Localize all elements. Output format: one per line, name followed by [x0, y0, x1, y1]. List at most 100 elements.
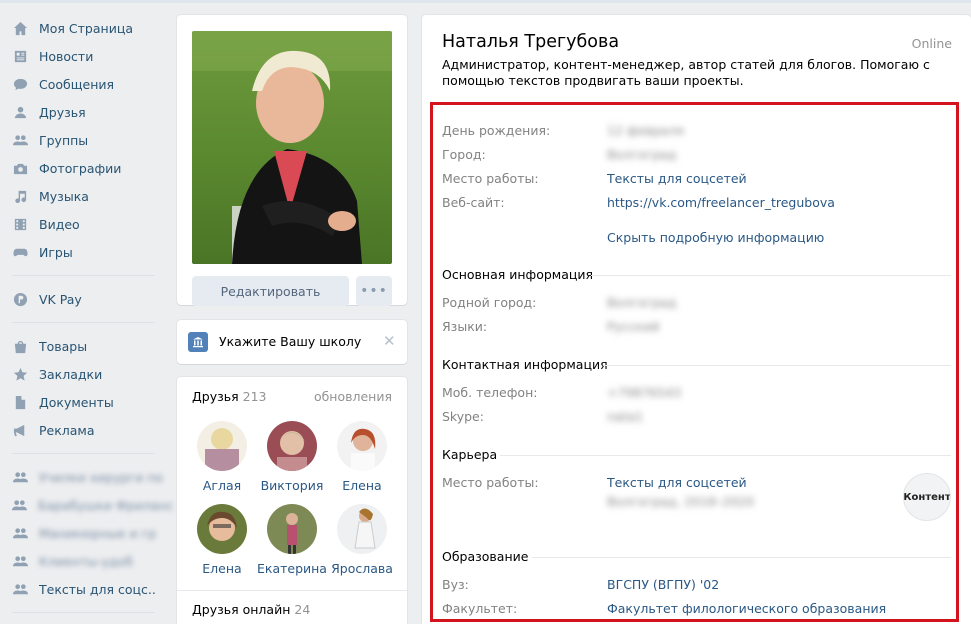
menu-item-goods[interactable]: Товары — [0, 332, 165, 360]
friend-item[interactable]: Екатерина — [257, 504, 327, 576]
friends-online-title: Друзья онлайн — [192, 602, 291, 617]
menu-item-my-page[interactable]: Моя Страница — [0, 14, 165, 42]
groups-icon — [12, 132, 28, 148]
menu-item-photos[interactable]: Фотографии — [0, 154, 165, 182]
community-icon — [12, 497, 27, 513]
menu-item-news[interactable]: Новости — [0, 42, 165, 70]
menu-label: Группы — [39, 132, 89, 148]
top-border — [0, 0, 971, 3]
menu-label: Новости — [39, 48, 94, 64]
friends-updates-link[interactable]: обновления — [314, 389, 392, 404]
messages-icon — [12, 76, 28, 92]
online-status: Online — [911, 36, 952, 51]
camera-icon — [12, 160, 28, 176]
menu-item-bookmarks[interactable]: Закладки — [0, 360, 165, 388]
menu-item-music[interactable]: Музыка — [0, 182, 165, 210]
friends-online-header[interactable]: Друзья онлайн 24 — [192, 602, 310, 617]
bag-icon — [12, 338, 28, 354]
friend-name: Аглая — [202, 478, 242, 493]
menu-item-video[interactable]: Видео — [0, 210, 165, 238]
menu-divider — [12, 275, 155, 276]
friends-count: 213 — [242, 389, 267, 404]
menu-label: Моя Страница — [39, 20, 133, 36]
friends-online-count: 24 — [294, 602, 311, 617]
menu-item-community-4[interactable]: Клиенты-удоб — [0, 547, 165, 575]
community-icon — [12, 469, 28, 485]
menu-divider — [12, 612, 155, 613]
friend-name: Елена — [202, 561, 242, 576]
friends-title: Друзья — [192, 389, 239, 404]
star-icon — [12, 366, 28, 382]
community-icon — [12, 581, 28, 597]
friend-name: Ярослава — [331, 561, 393, 576]
friend-item[interactable]: Аглая — [187, 421, 257, 493]
profile-name: Наталья Трегубова — [442, 32, 620, 52]
menu-label: Документы — [39, 394, 114, 410]
gamepad-icon — [12, 244, 28, 260]
school-prompt-card[interactable]: Укажите Вашу школу ✕ — [177, 320, 407, 364]
menu-label: Училки хирурги по — [39, 469, 164, 485]
friends-card: Друзья 213 обновления Аглая Виктория Елен… — [177, 377, 407, 624]
more-actions-button[interactable]: ••• — [356, 276, 392, 306]
menu-item-community-5[interactable]: Тексты для соцс.. — [0, 575, 165, 603]
menu-item-community-1[interactable]: Училки хирурги по — [0, 463, 165, 491]
school-icon — [188, 332, 208, 352]
menu-divider — [12, 453, 155, 454]
friend-avatar — [197, 504, 247, 554]
news-icon — [12, 48, 28, 64]
friend-avatar — [267, 421, 317, 471]
friend-item[interactable]: Елена — [327, 421, 397, 493]
menu-item-messages[interactable]: Сообщения — [0, 70, 165, 98]
friend-avatar — [337, 504, 387, 554]
friend-item[interactable]: Елена — [187, 504, 257, 576]
community-icon — [12, 553, 28, 569]
menu-label: Товары — [39, 338, 88, 354]
menu-label: Игры — [39, 244, 73, 260]
friend-name: Виктория — [260, 478, 324, 493]
home-icon — [12, 20, 28, 36]
menu-label: Тексты для соцс.. — [39, 581, 156, 597]
menu-label: Видео — [39, 216, 80, 232]
menu-item-groups[interactable]: Группы — [0, 126, 165, 154]
menu-label: Реклама — [39, 422, 95, 438]
friend-item[interactable]: Ярослава — [327, 504, 397, 576]
menu-divider — [12, 322, 155, 323]
school-prompt-text: Укажите Вашу школу — [219, 334, 362, 349]
menu-label: Барабушки Фриланс — [38, 497, 174, 513]
profile-status-text[interactable]: Администратор, контент-менеджер, автор с… — [442, 57, 957, 89]
friend-name: Елена — [342, 478, 382, 493]
music-icon — [12, 188, 28, 204]
menu-label: Сообщения — [39, 76, 115, 92]
menu-label: Музыка — [39, 188, 89, 204]
avatar-card: Редактировать ••• — [177, 15, 407, 306]
menu-label: Фотографии — [39, 160, 122, 176]
menu-item-community-2[interactable]: Барабушки Фриланс — [0, 491, 174, 519]
close-icon[interactable]: ✕ — [383, 332, 396, 350]
friend-item[interactable]: Виктория — [257, 421, 327, 493]
community-icon — [12, 525, 28, 541]
left-menu: Моя Страница Новости Сообщения Друзья Гр… — [0, 14, 174, 622]
friends-header[interactable]: Друзья 213 — [192, 389, 267, 404]
friends-icon — [12, 104, 28, 120]
menu-label: Друзья — [39, 104, 86, 120]
highlight-frame — [430, 102, 959, 622]
menu-label: Закладки — [39, 366, 103, 382]
document-icon — [12, 394, 28, 410]
menu-item-games[interactable]: Игры — [0, 238, 165, 266]
menu-label: Клиенты-удоб — [39, 553, 133, 569]
menu-item-friends[interactable]: Друзья — [0, 98, 165, 126]
menu-label: VK Pay — [39, 291, 82, 307]
friend-name: Екатерина — [257, 561, 327, 576]
friend-avatar — [337, 421, 387, 471]
menu-item-community-3[interactable]: Маникюрные и гр — [0, 519, 165, 547]
megaphone-icon — [12, 422, 28, 438]
divider — [177, 590, 407, 591]
menu-item-vkpay[interactable]: VK Pay — [0, 285, 165, 313]
menu-item-ads[interactable]: Реклама — [0, 416, 165, 444]
profile-photo[interactable] — [192, 31, 392, 264]
friend-avatar — [197, 421, 247, 471]
menu-item-documents[interactable]: Документы — [0, 388, 165, 416]
video-icon — [12, 216, 28, 232]
edit-profile-button[interactable]: Редактировать — [192, 276, 349, 306]
vkpay-icon — [12, 291, 28, 307]
